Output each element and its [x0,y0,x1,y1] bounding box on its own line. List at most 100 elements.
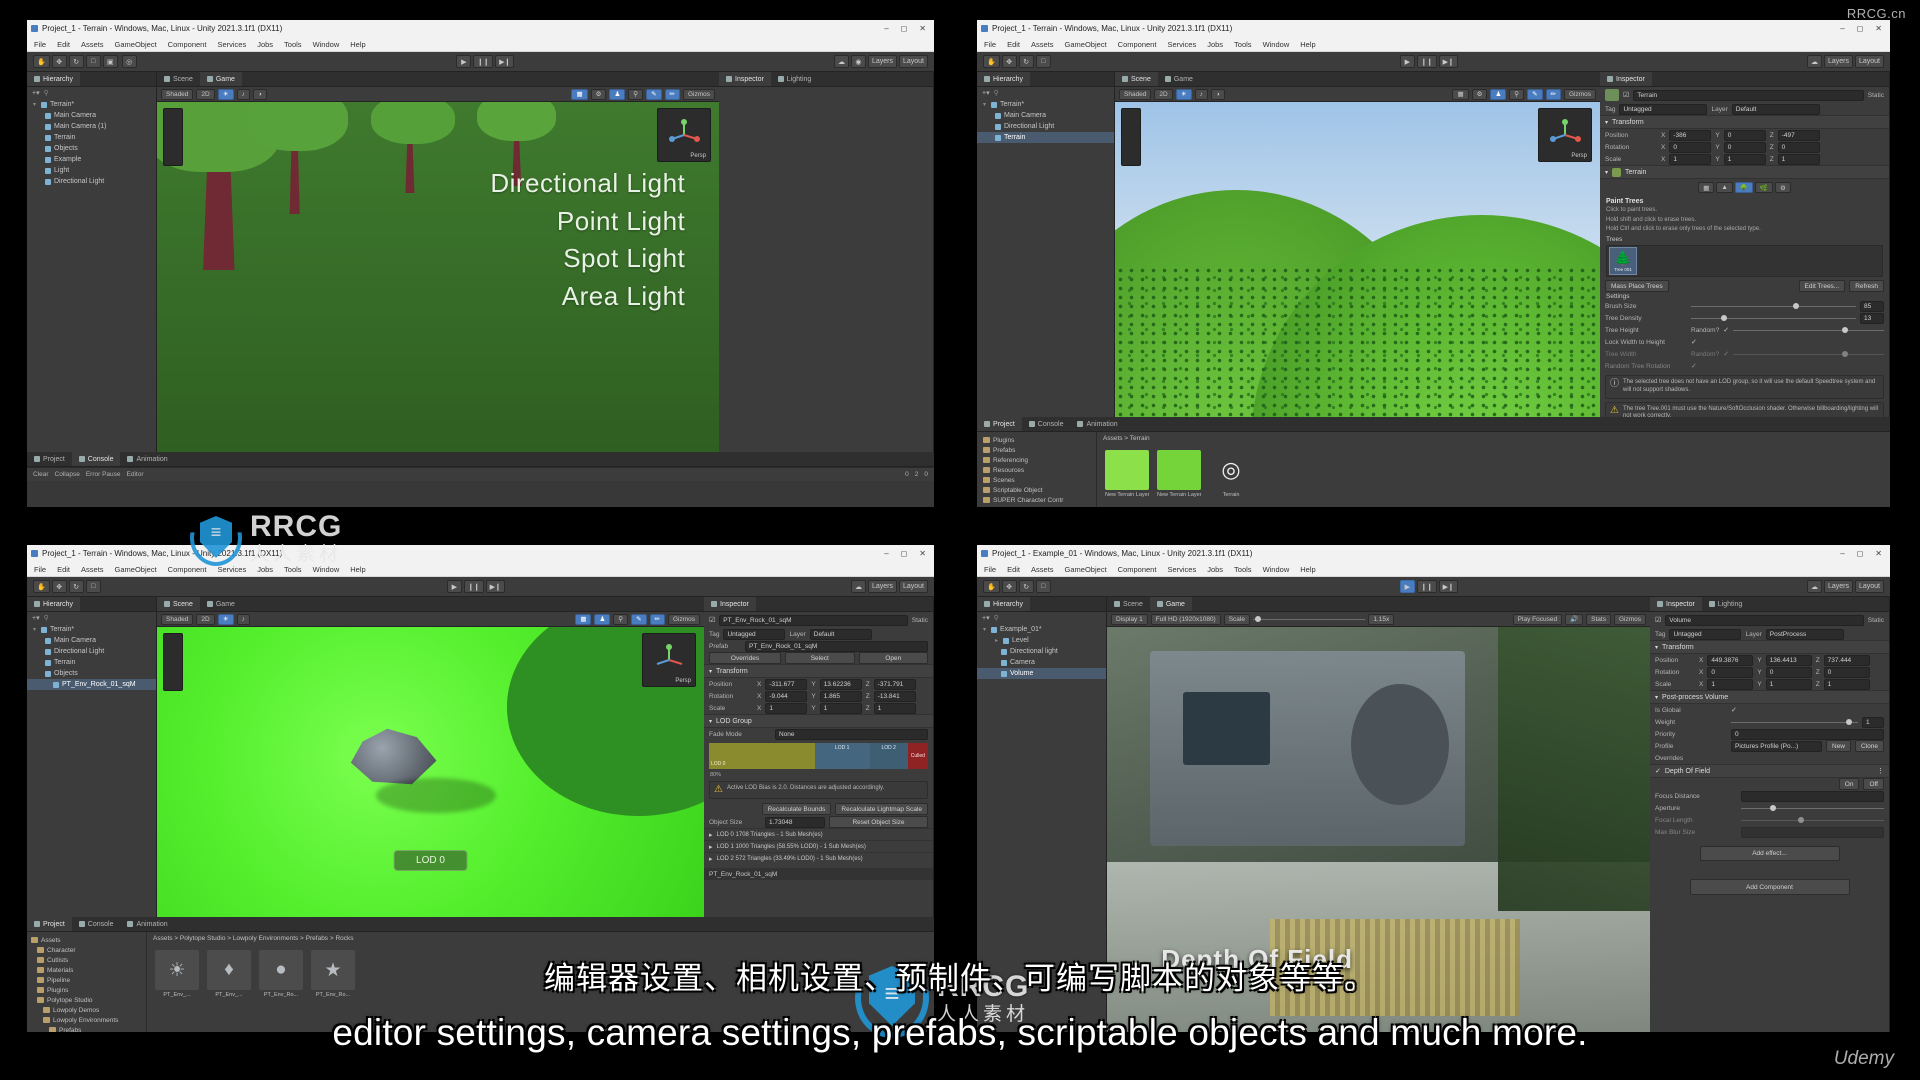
object-name-field[interactable]: Volume [1665,614,1864,626]
scene-game-tabs[interactable]: Scene Game [157,597,704,612]
person-icon[interactable]: ♟ [609,88,626,100]
recalculate-lightmap-scale-button[interactable]: Recalculate Lightmap Scale [835,803,928,815]
disclosure-icon[interactable]: ▾ [1605,169,1608,176]
add-object-icon[interactable]: +▾ [32,89,40,97]
focal-length-slider[interactable] [1741,815,1884,826]
hierarchy-tabs[interactable]: Hierarchy [27,72,156,87]
scene-toolbar[interactable]: Shaded 2D ☀ ♪ ▦ ♟ ⚲ ✎ ✏ Gizmos [157,612,704,627]
list-item[interactable]: Main Camera (1) [27,121,156,132]
hierarchy-list[interactable]: ▾ Example_01* ▸ Level Directional light [977,624,1106,679]
menu-window[interactable]: Window [1263,565,1290,574]
menu-gameobject[interactable]: GameObject [1065,40,1107,49]
game-toolbar[interactable]: Display 1 Full HD (1920x1080) Scale 1.15… [1107,612,1650,627]
rotate-tool-icon[interactable]: ↻ [1018,55,1034,68]
transform-rotation-row[interactable]: Rotation X0 Y0 Z0 [1650,666,1889,678]
bottom-tabs[interactable]: Project Console Animation [27,452,934,467]
terrain-component-header[interactable]: ▾ Terrain [1600,165,1889,179]
hand-tool-icon[interactable]: ✋ [33,580,50,593]
inspector-pane[interactable]: Inspector ☑ Terrain Static Tag Untagged … [1600,72,1890,417]
main-toolbar[interactable]: ✋ ✥ ↻ □ ▶ ❙❙ ▶❙ ☁ Layers Layout [977,52,1890,72]
menu-tools[interactable]: Tools [284,40,302,49]
lighting-toggle-icon[interactable]: ☀ [1175,88,1192,100]
scale-z[interactable]: 1 [1777,153,1820,165]
aperture-row[interactable]: Aperture [1650,802,1889,814]
transform-tools[interactable]: ✋ ✥ ↻ □ [983,580,1051,593]
recalculate-bounds-button[interactable]: Recalculate Bounds [761,803,832,815]
menu-gameobject[interactable]: GameObject [115,40,157,49]
tree-density-slider[interactable] [1691,313,1856,324]
menu-component[interactable]: Component [1118,40,1157,49]
step-button[interactable]: ▶❙ [1438,55,1458,68]
list-item[interactable]: Objects [27,668,156,679]
play-button[interactable]: ▶ [1399,580,1415,593]
list-item[interactable]: ▸ Level [977,635,1106,646]
2d-toggle[interactable]: 2D [196,613,215,625]
hierarchy-list[interactable]: ▾ Terrain* Main Camera Directional Light [27,624,156,690]
inspector-tabs[interactable]: Inspector [704,597,933,612]
scene-camera-widget[interactable] [163,108,183,166]
tab-game[interactable]: Game [1149,597,1192,611]
scale-tool-icon[interactable]: □ [1035,580,1051,593]
active-checkbox[interactable]: ☑ [1655,616,1661,624]
rot-z[interactable]: 0 [1823,666,1870,678]
scene-gizmo[interactable]: Persp [657,108,711,162]
tab-scene[interactable]: Scene [1115,72,1158,86]
recalc-buttons-row[interactable]: Recalculate Bounds Recalculate Lightmap … [704,802,933,816]
tab-animation[interactable]: Animation [1070,417,1125,431]
disclosure-icon[interactable]: ▾ [709,718,712,725]
lighting-toggle-icon[interactable]: ☀ [217,613,234,625]
menu-jobs[interactable]: Jobs [1207,40,1223,49]
tab-hierarchy[interactable]: Hierarchy [977,72,1030,86]
paint-icon[interactable]: ✎ [631,613,647,625]
audio-toggle-icon[interactable]: ♪ [236,613,250,625]
on-toggle[interactable]: On [1838,778,1860,790]
list-item[interactable]: Light [27,165,156,176]
breadcrumb[interactable]: Assets > Terrain [1097,432,1890,444]
tab-hierarchy[interactable]: Hierarchy [27,72,80,86]
menu-file[interactable]: File [34,565,46,574]
list-item[interactable]: Terrain [27,132,156,143]
menu-edit[interactable]: Edit [1007,40,1020,49]
list-item[interactable]: Objects [27,143,156,154]
add-object-icon[interactable]: +▾ [32,614,40,622]
transform-header[interactable]: ▾ Transform [1600,115,1889,129]
transform-scale-row[interactable]: Scale X1 Y1 Z1 [704,702,933,714]
pause-button[interactable]: ❙❙ [473,55,494,68]
hand-tool-icon[interactable]: ✋ [983,580,1000,593]
rect-tool-icon[interactable]: ▣ [102,55,118,68]
lod-detail-row[interactable]: ▸ LOD 1 1000 Triangles (58.55% LOD0) - 1… [704,840,933,852]
prefab-buttons-row[interactable]: Overrides Select Open [704,652,933,664]
open-button[interactable]: Open [858,652,928,664]
tab-hierarchy[interactable]: Hierarchy [977,597,1030,611]
unity-window-terrain-trees[interactable]: Project_1 - Terrain - Windows, Mac, Linu… [977,20,1890,507]
list-item[interactable]: ▾ Terrain* [27,624,156,635]
collapse-button[interactable]: Collapse [55,471,80,478]
menu-edit[interactable]: Edit [1007,565,1020,574]
menu-gameobject[interactable]: GameObject [1065,565,1107,574]
object-size-row[interactable]: Object Size 1.73048 Reset Object Size [704,816,933,828]
hierarchy-tabs[interactable]: Hierarchy [977,597,1106,612]
object-size-value[interactable]: 1.73048 [765,816,825,828]
menu-tools[interactable]: Tools [1234,40,1252,49]
list-item[interactable]: Volume [977,668,1106,679]
rotate-tool-icon[interactable]: ↻ [68,580,84,593]
search-icon[interactable]: ⚲ [1509,88,1525,100]
move-tool-icon[interactable]: ✥ [51,580,67,593]
transform-rotation-row[interactable]: Rotation X0 Y0 Z0 [1600,141,1889,153]
list-item[interactable]: ▾ Terrain* [977,99,1114,110]
lod-bar-culled[interactable]: Culled [907,743,928,769]
scale-z[interactable]: 1 [1823,678,1870,690]
layers-layout[interactable]: ☁ Layers Layout [1806,580,1884,593]
tag-dropdown[interactable]: Untagged [1619,103,1708,115]
stats-button[interactable]: Stats [1586,613,1611,625]
rot-z[interactable]: 0 [1777,141,1820,153]
pos-z[interactable]: -371.791 [873,678,916,690]
tab-console[interactable]: Console [71,452,121,466]
weight-slider[interactable] [1731,717,1858,728]
breadcrumb[interactable]: Assets > Polytope Studio > Lowpoly Envir… [147,932,934,944]
weight-row[interactable]: Weight 1 [1650,716,1889,728]
transform-tools[interactable]: ✋ ✥ ↻ □ [33,580,101,593]
bottom-tabs[interactable]: Project Console Animation [27,917,934,932]
random-rotation-row[interactable]: Random Tree Rotation ✓ [1600,360,1889,372]
brush-size-value[interactable]: 85 [1860,300,1884,312]
